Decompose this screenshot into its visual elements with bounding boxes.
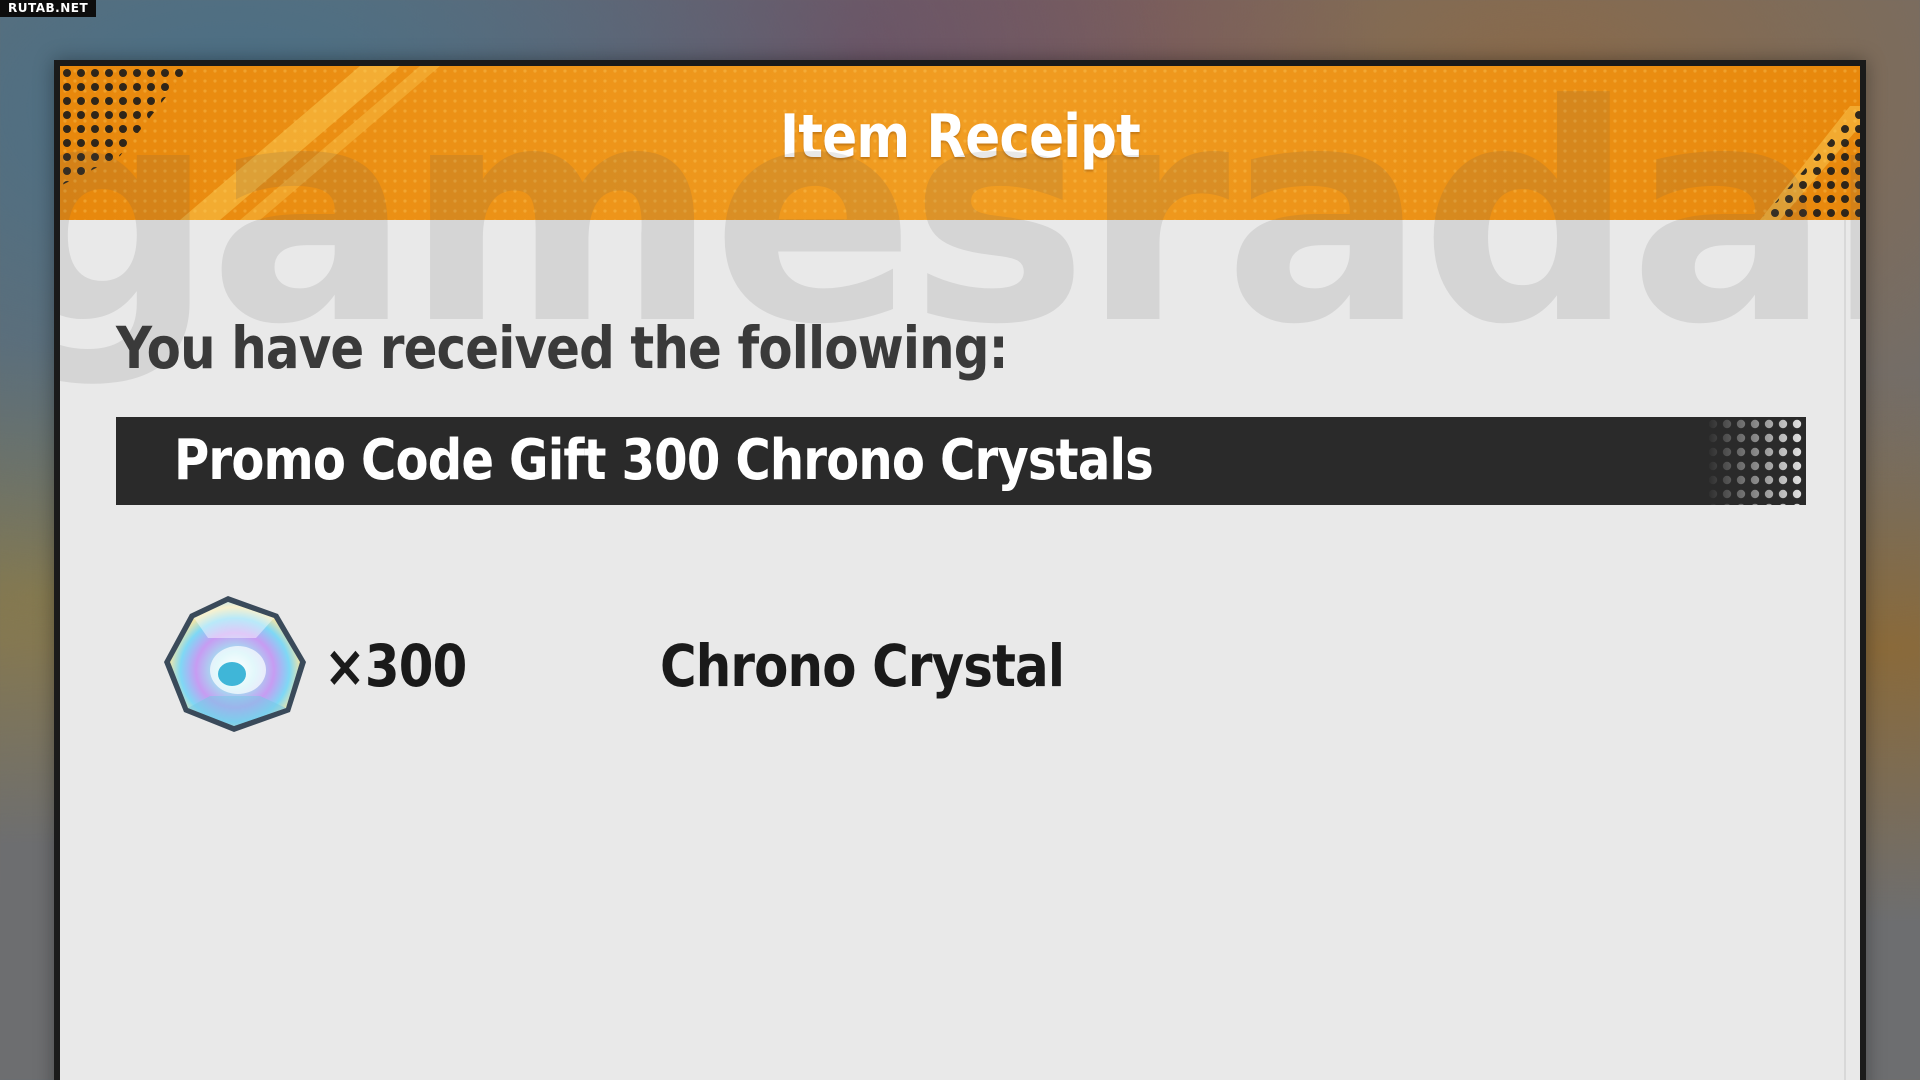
halftone-dots-decoration [1706, 417, 1806, 505]
reward-name: Chrono Crystal [660, 632, 1065, 700]
chrono-crystal-icon [164, 596, 306, 732]
item-receipt-dialog: Item Receipt gamesradar+ You have receiv… [54, 60, 1866, 1080]
gift-banner-label: Promo Code Gift 300 Chrono Crystals [174, 428, 1154, 493]
dialog-title: Item Receipt [780, 102, 1141, 172]
panel-edge-divider [1844, 220, 1846, 1080]
reward-quantity: ×300 [324, 632, 467, 700]
dialog-header: Item Receipt [60, 66, 1860, 220]
reward-item-row: ×300 Chrono Crystal [160, 586, 1160, 736]
dialog-panel: Item Receipt gamesradar+ You have receiv… [60, 66, 1860, 1080]
received-message: You have received the following: [116, 314, 1009, 382]
gift-banner: Promo Code Gift 300 Chrono Crystals [116, 417, 1806, 505]
site-tag: RUTAB.NET [0, 0, 97, 17]
